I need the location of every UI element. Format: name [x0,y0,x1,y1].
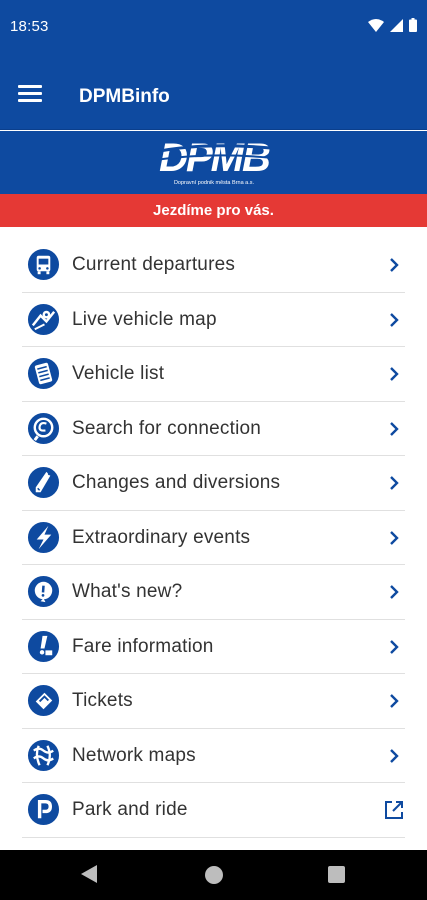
logo-banner: DPMB Dopravní podnik města Brna a.s. [0,131,427,194]
chevron-right-icon [390,476,399,490]
list-icon [27,357,60,390]
slogan-banner: Jezdíme pro vás. [0,194,427,227]
recent-apps-icon[interactable] [328,866,345,883]
menu-item-whats-new[interactable]: What's new? [0,565,427,620]
lightning-icon [27,521,60,553]
menu-item-label: Fare information [72,635,214,657]
bus-icon [27,248,60,281]
chevron-right-icon [390,639,399,654]
menu-item-label: Extraordinary events [72,526,251,548]
wifi-icon [368,18,384,32]
menu-item-label: What's new? [72,581,183,602]
map-pin-icon [27,303,60,335]
network-map-icon [27,739,60,771]
parking-icon [27,793,60,826]
chevron-right-icon [390,530,399,545]
menu-item-label: Vehicle list [72,363,165,384]
chevron-right-icon [390,258,399,272]
fare-info-icon [27,630,60,662]
chevron-right-icon [390,421,399,436]
status-bar: 18:53 [0,0,427,56]
menu-item-label: Network maps [72,744,196,766]
menu-item-label: Park and ride [72,799,188,820]
dpmb-logo: DPMB Dopravní podnik města Brna a.s. [153,136,275,186]
chevron-right-icon [390,312,399,327]
external-link-icon [385,801,403,819]
menu-item-extraordinary-events[interactable]: Extraordinary events [0,511,427,566]
battery-icon [409,18,417,32]
system-navigation-bar [0,850,427,900]
menu-item-label: Tickets [72,690,133,711]
dpmb-logo-graphic: DPMB [154,136,274,180]
diversion-icon [27,466,60,499]
menu-item-label: Changes and diversions [72,472,281,493]
chevron-right-icon [390,748,399,763]
menu-item-fare-information[interactable]: Fare information [0,620,427,675]
app-title: DPMBinfo [79,86,170,107]
menu-item-label: Current departures [72,254,236,275]
menu-item-vehicle-list[interactable]: Vehicle list [0,347,427,402]
menu-item-label: Search for connection [72,417,262,439]
menu-item-tickets[interactable]: Tickets [0,674,427,729]
menu-item-park-and-ride[interactable]: Park and ride [0,783,427,838]
menu-item-current-departures[interactable]: Current departures [0,238,427,293]
status-time: 18:53 [10,18,49,35]
main-menu-list: Current departures Live vehicle map Vehi… [0,238,427,838]
connection-search-icon [27,412,60,444]
signal-icon [390,18,403,32]
chevron-right-icon [390,694,399,708]
question-icon [27,575,60,608]
chevron-right-icon [390,367,399,381]
back-icon[interactable] [81,865,97,883]
menu-item-label: Live vehicle map [72,308,217,330]
app-bar: DPMBinfo [0,56,427,130]
menu-item-changes-and-diversions[interactable]: Changes and diversions [0,456,427,511]
ticket-icon [27,684,60,717]
logo-subtitle: Dopravní podnik města Brna a.s. [173,180,255,186]
hamburger-menu-icon[interactable] [14,79,46,107]
chevron-right-icon [390,585,399,599]
menu-item-live-vehicle-map[interactable]: Live vehicle map [0,293,427,348]
home-icon[interactable] [205,866,223,884]
menu-item-search-for-connection[interactable]: Search for connection [0,402,427,457]
status-icons [368,18,417,32]
menu-item-network-maps[interactable]: Network maps [0,729,427,784]
